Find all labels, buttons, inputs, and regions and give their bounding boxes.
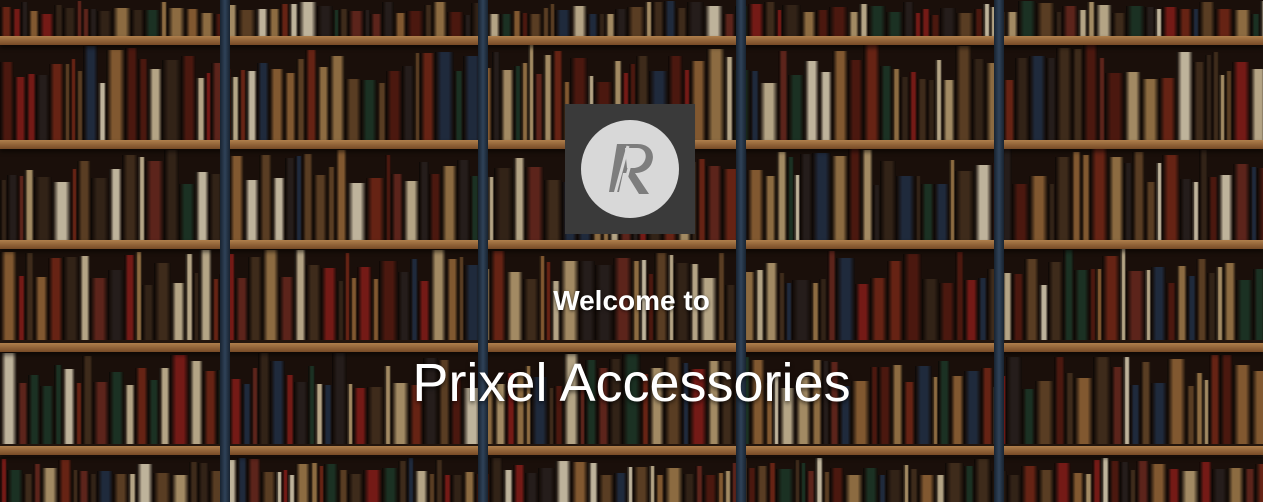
hero-section: Welcome to Prixel Accessories	[0, 0, 1263, 502]
background-overlay	[0, 0, 1263, 502]
welcome-text: Welcome to	[553, 285, 710, 316]
page-title: Prixel Accessories	[412, 353, 851, 413]
prixel-logo-icon	[581, 120, 679, 218]
logo[interactable]	[565, 104, 695, 234]
